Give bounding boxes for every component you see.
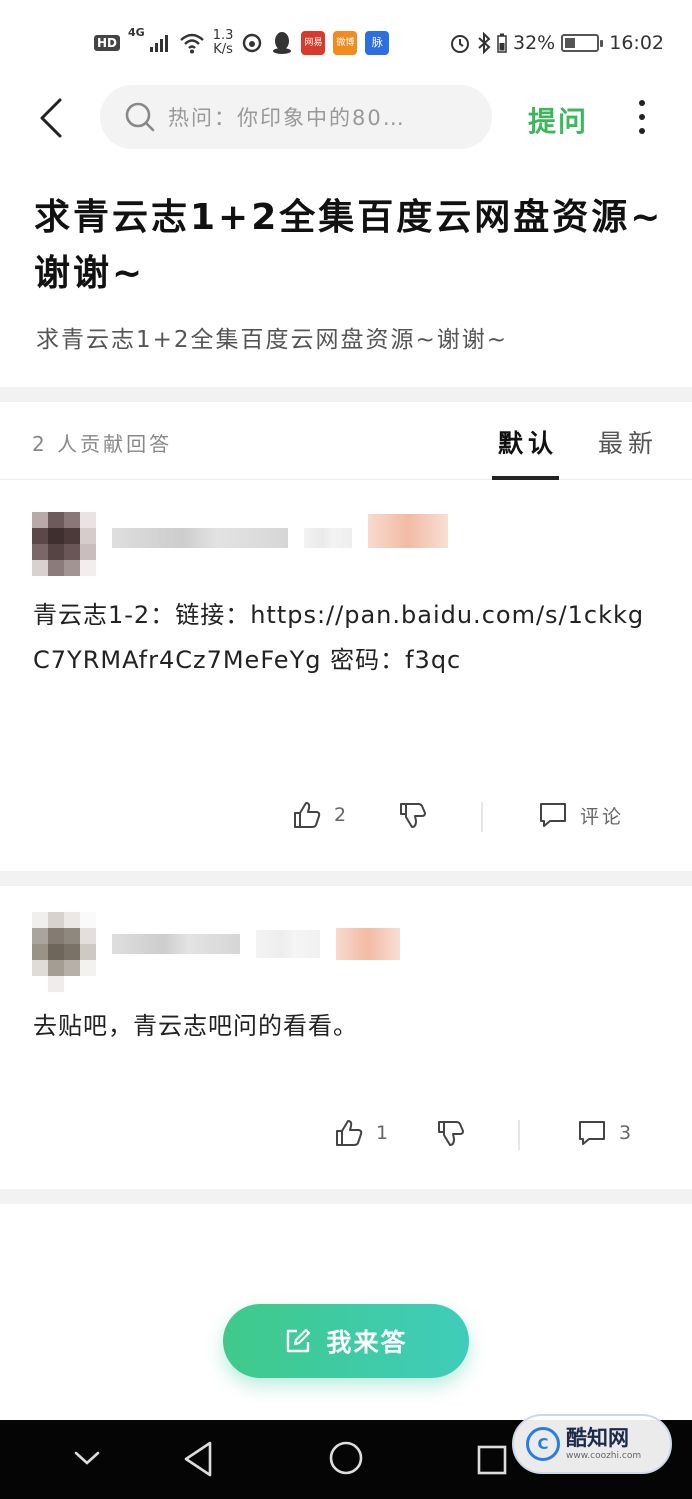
maimai-icon: 脉 xyxy=(365,31,390,55)
thumbs-up-icon xyxy=(336,1120,363,1146)
user-badge-blurred xyxy=(336,928,400,960)
section-divider xyxy=(0,1189,692,1204)
status-bar: HD 4G 1.3 K/s 网易 微博 脉 32% 16:02 xyxy=(0,0,692,84)
like-count: 2 xyxy=(334,804,347,826)
comment-label: 评论 xyxy=(580,805,625,828)
search-placeholder: 热问：你印象中的80… xyxy=(168,106,406,130)
battery-percent: 32% xyxy=(513,32,556,54)
triangle-back-icon xyxy=(184,1441,212,1477)
thumbs-down-icon xyxy=(400,803,426,828)
active-tab-indicator xyxy=(492,476,559,480)
more-dot-icon xyxy=(639,114,645,120)
network-label: 4G xyxy=(128,26,145,39)
user-level-blurred xyxy=(304,528,352,548)
nav-home-button[interactable] xyxy=(328,1440,364,1480)
alarm-icon xyxy=(451,35,469,53)
thumbs-up-icon xyxy=(294,802,321,828)
avatar[interactable] xyxy=(32,912,96,992)
answer-text: 去贴吧，青云志吧问的看看。 xyxy=(33,1012,358,1040)
netease-news-icon: 网易 xyxy=(301,31,326,55)
like-button[interactable]: 2 xyxy=(292,800,346,830)
square-recents-icon xyxy=(477,1445,507,1475)
write-answer-label: 我来答 xyxy=(326,1328,408,1357)
section-divider xyxy=(0,871,692,886)
avatar[interactable] xyxy=(32,512,96,576)
section-divider xyxy=(0,387,692,402)
top-bar: 热问：你印象中的80… 提问 xyxy=(0,84,692,154)
nav-collapse-button[interactable] xyxy=(72,1448,102,1472)
network-speed: 1.3 K/s xyxy=(212,28,234,57)
back-button[interactable] xyxy=(36,94,70,142)
nav-back-button[interactable] xyxy=(182,1440,214,1482)
signal-icon xyxy=(149,35,168,52)
user-badge-blurred xyxy=(368,514,448,548)
comment-button[interactable]: 3 xyxy=(577,1118,631,1148)
user-level-blurred xyxy=(256,930,320,958)
status-right: 32% 16:02 xyxy=(449,26,664,60)
answers-header: 2 人贡献回答 默认 最新 xyxy=(0,402,692,480)
answer-actions: 1 3 xyxy=(0,1118,692,1162)
status-left: HD 4G 1.3 K/s 网易 微博 脉 xyxy=(94,26,390,60)
comment-icon xyxy=(579,1121,605,1145)
weibo-icon: 微博 xyxy=(333,31,358,55)
comment-count: 3 xyxy=(619,1122,632,1144)
netease-music-icon xyxy=(243,33,262,53)
avatar-pixelated-icon xyxy=(32,512,96,576)
tab-sort-latest[interactable]: 最新 xyxy=(598,424,658,460)
action-separator xyxy=(481,802,483,832)
like-button[interactable]: 1 xyxy=(334,1118,388,1148)
answer-actions: 2 评论 xyxy=(0,800,692,844)
search-input[interactable]: 热问：你印象中的80… xyxy=(100,85,492,149)
battery-level xyxy=(565,38,576,48)
dislike-button[interactable] xyxy=(436,1118,466,1148)
more-dot-icon xyxy=(639,100,645,106)
chevron-down-icon xyxy=(74,1451,100,1465)
like-count: 1 xyxy=(376,1122,389,1144)
username-blurred[interactable] xyxy=(112,528,288,548)
write-answer-button[interactable]: 我来答 xyxy=(223,1304,469,1378)
comment-button[interactable]: 评论 xyxy=(538,800,624,830)
username-blurred[interactable] xyxy=(112,934,240,954)
watermark-logo: C 酷知网 www.coozhi.com xyxy=(512,1414,672,1474)
answer-count: 2 人贡献回答 xyxy=(32,432,173,456)
watermark-name: 酷知网 xyxy=(566,1425,629,1450)
answer-text: 青云志1-2：链接：https://pan.baidu.com/s/1ckkgC… xyxy=(33,601,645,674)
comment-icon xyxy=(540,803,566,827)
search-icon xyxy=(125,102,155,132)
thumbs-down-icon xyxy=(438,1121,464,1146)
question-description: 求青云志1+2全集百度云网盘资源~谢谢~ xyxy=(36,327,509,353)
watermark-url: www.coozhi.com xyxy=(566,1450,642,1461)
more-menu-button[interactable] xyxy=(630,96,654,138)
wifi-icon xyxy=(179,33,204,54)
clock: 16:02 xyxy=(609,32,664,54)
more-dot-icon xyxy=(639,128,645,134)
watermark-c-icon: C xyxy=(526,1427,560,1461)
action-separator xyxy=(518,1120,520,1150)
nav-recents-button[interactable] xyxy=(476,1444,508,1480)
dislike-button[interactable] xyxy=(398,800,428,830)
avatar-pixelated-icon xyxy=(32,912,96,992)
tab-sort-default[interactable]: 默认 xyxy=(498,424,558,460)
chevron-left-icon xyxy=(40,98,62,138)
edit-icon xyxy=(287,1328,311,1353)
qq-icon xyxy=(273,32,292,54)
question-title: 求青云志1+2全集百度云网盘资源~谢谢~ xyxy=(34,197,664,294)
watermark-text: 酷知网 www.coozhi.com xyxy=(566,1425,642,1461)
bluetooth-icon xyxy=(478,32,491,54)
ask-question-button[interactable]: 提问 xyxy=(528,100,588,140)
battery-icon xyxy=(561,34,604,52)
battery-small-icon xyxy=(497,33,507,53)
hd-icon: HD xyxy=(94,35,121,51)
circle-home-icon xyxy=(329,1441,363,1475)
